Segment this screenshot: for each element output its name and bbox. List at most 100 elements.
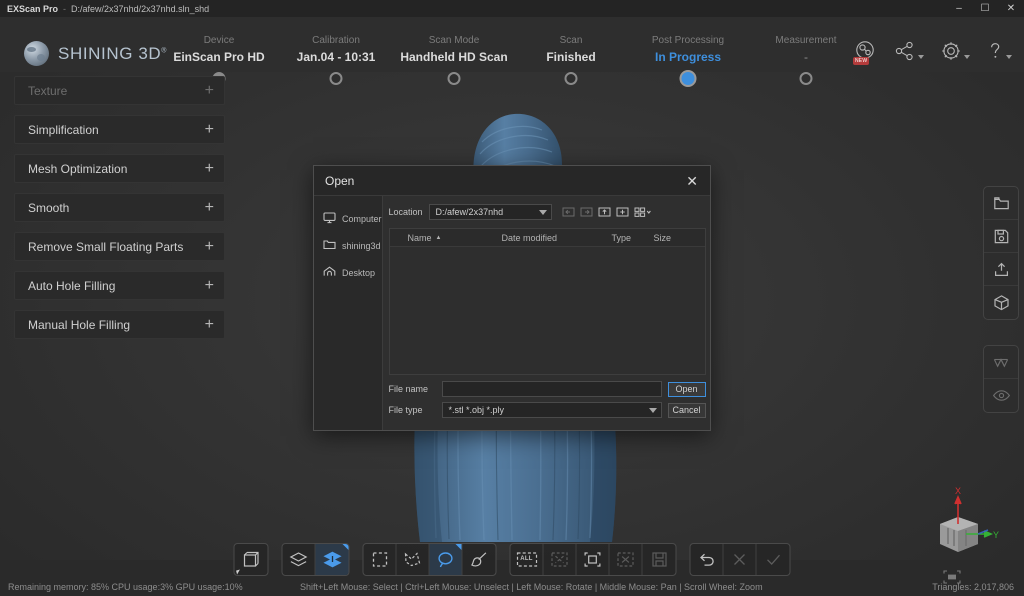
toolbar-group-confirm [689, 542, 791, 576]
title-separator: - [63, 3, 67, 14]
forward-button[interactable] [579, 205, 594, 220]
filetype-label: File type [388, 405, 423, 415]
workflow-step-post-processing[interactable]: Post Processing In Progress [623, 34, 753, 65]
sidebar-item-desktop[interactable]: Desktop [314, 259, 382, 286]
step-value: In Progress [654, 50, 722, 64]
sidebar-item-shining3d[interactable]: shining3d [314, 232, 382, 259]
expand-icon[interactable]: + [205, 160, 214, 177]
wireframe-icon[interactable] [984, 346, 1018, 379]
export-model-icon[interactable] [984, 253, 1018, 286]
view-mode-button[interactable] [633, 205, 653, 220]
accordion-smooth[interactable]: Smooth + [14, 193, 225, 222]
orientation-gizmo[interactable]: X Y [914, 484, 1004, 574]
dialog-body: Computer shining3d Desktop Location D:/a… [314, 196, 710, 430]
model-library-icon[interactable]: NEW [852, 39, 878, 65]
toolbar-group-select-tools [362, 542, 497, 576]
dialog-close-icon[interactable]: ✕ [683, 172, 701, 190]
brand-text: SHINING 3D [58, 43, 162, 63]
open-button[interactable]: Open [667, 381, 706, 397]
delete-select-icon[interactable] [610, 543, 643, 575]
single-layer-icon[interactable] [283, 543, 316, 575]
accordion-mesh-optimization[interactable]: Mesh Optimization + [14, 154, 225, 183]
invert-select-icon[interactable] [544, 543, 577, 575]
new-folder-button[interactable] [615, 205, 630, 220]
step-value: EinScan Pro HD [173, 50, 265, 64]
step-dot-scan-mode[interactable] [447, 72, 461, 85]
workflow-step-device[interactable]: Device EinScan Pro HD [154, 34, 284, 65]
expand-icon[interactable]: + [205, 121, 214, 138]
accordion-remove-small-floating-parts[interactable]: Remove Small Floating Parts + [14, 232, 225, 261]
multi-layer-icon[interactable] [315, 543, 349, 575]
cancel-icon[interactable] [724, 543, 757, 575]
step-dot-calibration[interactable] [329, 72, 343, 85]
sidebar-item-desktop-label: Desktop [342, 267, 376, 278]
home-icon [323, 265, 336, 280]
confirm-icon[interactable] [757, 544, 790, 575]
column-header-type[interactable]: Type [612, 233, 654, 243]
minimize-button[interactable]: – [946, 0, 972, 17]
accordion-simplification[interactable]: Simplification + [14, 115, 225, 144]
polygon-select-icon[interactable] [397, 543, 430, 575]
accordion-label: Smooth [28, 200, 70, 215]
cancel-button[interactable]: Cancel [667, 402, 706, 418]
filename-input[interactable] [441, 381, 662, 397]
share-icon[interactable] [894, 40, 924, 62]
sidebar-item-computer[interactable]: Computer [314, 205, 382, 232]
column-header-date[interactable]: Date modified [502, 233, 612, 243]
step-dot-scan[interactable] [564, 72, 578, 85]
brush-select-icon[interactable] [463, 544, 496, 575]
save-project-icon[interactable] [984, 220, 1018, 253]
expand-icon[interactable]: + [205, 238, 214, 255]
toolbar-group-select-actions: ALL [509, 542, 677, 576]
rectangle-select-icon[interactable] [364, 543, 397, 575]
select-all-icon[interactable]: ALL [511, 543, 544, 575]
fit-to-view-icon[interactable] [942, 569, 962, 590]
undo-icon[interactable] [691, 543, 724, 575]
workflow-step-scan-mode[interactable]: Scan Mode Handheld HD Scan [389, 34, 519, 65]
accordion-label: Manual Hole Filling [28, 317, 131, 332]
app-header: SHINING 3D® Device EinScan Pro HD Calibrat… [0, 17, 1024, 87]
computer-icon [323, 211, 336, 226]
workflow-step-scan[interactable]: Scan Finished [506, 34, 636, 65]
select-visible-icon[interactable] [577, 543, 610, 575]
header-icon-bar: NEW [852, 39, 1012, 65]
expand-icon[interactable]: + [205, 82, 214, 99]
step-dot-post-processing[interactable] [679, 70, 697, 87]
settings-gear-icon[interactable] [940, 40, 970, 62]
open-file-dialog: Open ✕ Computer shining3d Desktop Locati… [313, 165, 711, 431]
save-select-icon[interactable] [643, 544, 676, 575]
title-bar: EXScan Pro - D:/afew/2x37nhd/2x37nhd.sln… [0, 0, 1024, 17]
file-list-body[interactable] [389, 247, 705, 374]
close-button[interactable]: ✕ [998, 0, 1024, 17]
accordion-auto-hole-filling[interactable]: Auto Hole Filling + [14, 271, 225, 300]
open-project-icon[interactable] [984, 187, 1018, 220]
model-view-icon[interactable] [984, 286, 1018, 319]
mouse-hints: Shift+Left Mouse: Select | Ctrl+Left Mou… [300, 582, 763, 592]
back-button[interactable] [561, 205, 576, 220]
column-header-name[interactable]: Name ▲ [390, 233, 502, 243]
app-name: EXScan Pro [7, 3, 59, 14]
column-header-size[interactable]: Size [654, 233, 694, 243]
expand-icon[interactable]: + [205, 199, 214, 216]
parent-dir-button[interactable] [597, 205, 612, 220]
expand-icon[interactable]: + [205, 277, 214, 294]
settings-chevron-down-icon[interactable] [964, 55, 970, 59]
accordion-texture[interactable]: Texture + [14, 76, 225, 105]
workflow-step-calibration[interactable]: Calibration Jan.04 - 10:31 [271, 34, 401, 65]
share-chevron-down-icon[interactable] [918, 55, 924, 59]
step-dot-measurement[interactable] [799, 72, 813, 85]
location-combo[interactable]: D:/afew/2x37nhd [428, 204, 552, 220]
column-header-date-label: Date modified [501, 232, 558, 243]
help-chevron-down-icon[interactable] [1006, 55, 1012, 59]
lasso-select-icon[interactable] [429, 543, 463, 575]
accordion-manual-hole-filling[interactable]: Manual Hole Filling + [14, 310, 225, 339]
visibility-eye-icon[interactable] [984, 379, 1018, 412]
maximize-button[interactable]: ☐ [972, 0, 998, 17]
filetype-combo[interactable]: *.stl *.obj *.ply [441, 402, 662, 418]
cursor-hint [236, 569, 241, 574]
help-icon[interactable] [986, 40, 1012, 62]
file-list[interactable]: Name ▲ Date modified Type Size [388, 228, 706, 375]
bounding-box-icon[interactable] [235, 544, 268, 575]
chevron-down-icon [648, 407, 657, 413]
expand-icon[interactable]: + [205, 316, 214, 333]
